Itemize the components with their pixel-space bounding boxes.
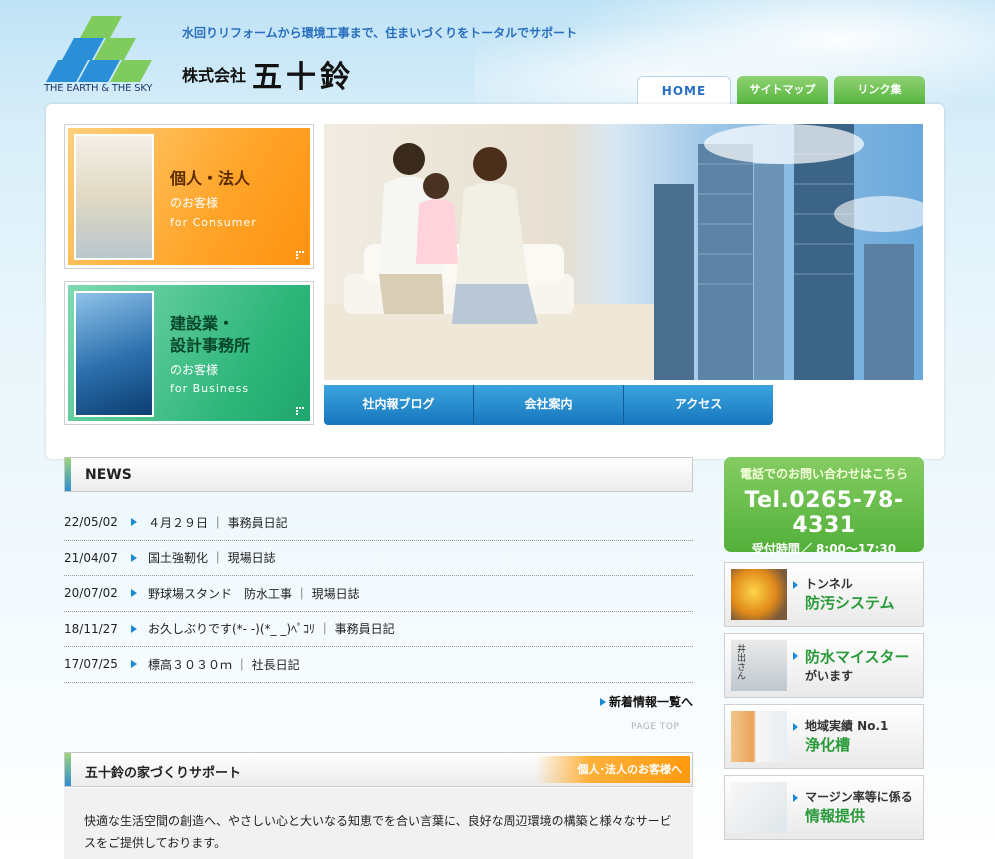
logo-caption: THE EARTH & THE SKY: [44, 83, 153, 94]
arrow-icon: [296, 251, 304, 259]
contact-tel[interactable]: Tel.0265-78-4331: [724, 488, 924, 538]
news-heading: NEWS: [64, 457, 693, 492]
tab-home[interactable]: HOME: [637, 76, 731, 104]
news-item[interactable]: 22/05/02 ４月２９日 ｜ 事務員日記: [64, 505, 693, 541]
bullet-icon: [130, 588, 140, 598]
consumer-title: 個人・法人: [170, 169, 251, 188]
news-item[interactable]: 21/04/07 国土強靭化 ｜ 現場日誌: [64, 541, 693, 576]
subnav-blog[interactable]: 社内報ブログ: [324, 385, 474, 425]
consumer-en: for Consumer: [170, 216, 257, 229]
business-sub: のお客様: [170, 363, 219, 377]
global-nav: HOME サイトマップ リンク集: [637, 76, 925, 104]
news-date: 22/05/02: [64, 515, 118, 530]
news-date: 18/11/27: [64, 621, 118, 636]
news-text[interactable]: 国土強靭化 ｜ 現場日誌: [148, 549, 276, 566]
contact-hours: 受付時間／ 8:00～17:30: [751, 542, 897, 556]
document-photo: [731, 782, 787, 833]
support-title: 五十鈴の家づくりサポート: [85, 766, 242, 781]
contact-label: 電話でのお問い合わせはこちら: [739, 467, 908, 481]
page-top-link[interactable]: PAGE TOP: [631, 722, 679, 732]
tagline: 水回りリフォームから環境工事まで、住まいづくりをトータルでサポート: [182, 26, 578, 40]
news-text[interactable]: お久しぶりです(*- -)(*_ _)ﾍﾟｺﾘ ｜ 事務員日記: [148, 620, 395, 637]
news-date: 17/07/25: [64, 657, 118, 672]
bullet-icon: [793, 794, 798, 802]
tab-sitemap[interactable]: サイトマップ: [737, 76, 828, 104]
bullet-icon: [130, 624, 140, 634]
business-banner[interactable]: 建設業・設計事務所 のお客様 for Business: [64, 281, 314, 425]
subnav-access[interactable]: アクセス: [624, 385, 773, 425]
banner-line2: 防汚システム: [805, 594, 895, 612]
news-date: 21/04/07: [64, 550, 118, 565]
business-title-line1: 建設業・: [170, 314, 235, 333]
banner-waterproof-meister[interactable]: 井出さん 防水マイスターがいます: [724, 633, 924, 698]
business-en: for Business: [170, 382, 250, 395]
news-item[interactable]: 18/11/27 お久しぶりです(*- -)(*_ _)ﾍﾟｺﾘ ｜ 事務員日記: [64, 612, 693, 647]
tab-links[interactable]: リンク集: [834, 76, 925, 104]
bullet-icon: [793, 652, 798, 660]
news-item[interactable]: 20/07/02 野球場スタンド 防水工事 ｜ 現場日誌: [64, 576, 693, 612]
news-item[interactable]: 17/07/25 標高３０３０ｍ ｜ 社長日記: [64, 647, 693, 683]
bullet-icon: [130, 659, 140, 669]
news-text[interactable]: 標高３０３０ｍ ｜ 社長日記: [148, 656, 300, 673]
banner-tunnel[interactable]: トンネル防汚システム: [724, 562, 924, 627]
banner-margin-info[interactable]: マージン率等に係る情報提供: [724, 775, 924, 840]
sub-nav: 社内報ブログ 会社案内 アクセス: [324, 385, 773, 425]
banner-line1: 地域実績 No.1: [805, 719, 889, 733]
photo-caption: 井出さん: [735, 644, 745, 680]
news-text[interactable]: 野球場スタンド 防水工事 ｜ 現場日誌: [148, 585, 360, 602]
building-photo: [74, 291, 154, 417]
consumer-banner[interactable]: 個人・法人 のお客様 for Consumer: [64, 124, 314, 269]
news-text[interactable]: ４月２９日 ｜ 事務員日記: [148, 514, 288, 531]
meister-photo: 井出さん: [731, 640, 787, 691]
hero-image: [324, 124, 923, 380]
support-consumer-button[interactable]: 個人･法人のお客様へ: [535, 756, 690, 783]
news-list: 22/05/02 ４月２９日 ｜ 事務員日記 21/04/07 国土強靭化 ｜ 現場…: [64, 505, 693, 683]
heading-accent-bar: [65, 753, 71, 786]
brand-main: 五十鈴: [252, 60, 355, 95]
news-title: NEWS: [85, 467, 132, 483]
banner-line2: 浄化槽: [805, 736, 851, 754]
banner-line2: 情報提供: [805, 807, 866, 825]
banner-line1: マージン率等に係る: [805, 790, 913, 804]
business-title: 建設業・ 設計事務所: [170, 313, 250, 357]
tunnel-photo: [731, 569, 787, 620]
bullet-icon: [793, 581, 798, 589]
support-body: 快適な生活空間の創造へ、やさしい心と大いなる知恵でを合い言葉に、良好な周辺環境の…: [64, 788, 693, 859]
business-title-line2: 設計事務所: [170, 336, 251, 355]
brand-prefix: 株式会社: [182, 66, 247, 85]
septic-photo: [731, 711, 787, 762]
subnav-company[interactable]: 会社案内: [474, 385, 624, 425]
banner-line3: がいます: [805, 669, 854, 683]
banner-line1: トンネル: [805, 577, 853, 591]
news-date: 20/07/02: [64, 586, 118, 601]
bullet-icon: [130, 553, 140, 563]
heading-accent-bar: [65, 458, 71, 491]
banner-line2: 防水マイスター: [805, 648, 910, 666]
company-name[interactable]: 株式会社 五十鈴: [182, 52, 354, 96]
bullet-icon: [130, 517, 140, 527]
hero-illustration: [324, 124, 923, 380]
contact-box: 電話でのお問い合わせはこちら Tel.0265-78-4331 受付時間／ 8:…: [724, 457, 924, 556]
bullet-icon: [793, 723, 798, 731]
support-heading: 五十鈴の家づくりサポート 個人･法人のお客様へ: [64, 752, 693, 787]
arrow-icon: [296, 407, 304, 415]
news-more-link[interactable]: 新着情報一覧へ: [600, 693, 693, 710]
banner-septic-tank[interactable]: 地域実績 No.1 浄化槽: [724, 704, 924, 769]
family-photo: [74, 134, 154, 260]
consumer-sub: のお客様: [170, 196, 219, 210]
